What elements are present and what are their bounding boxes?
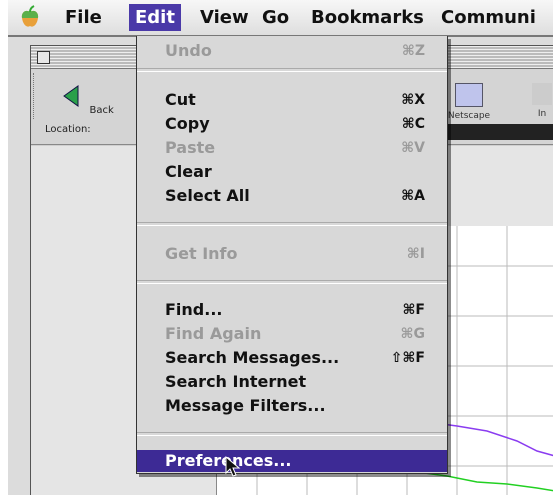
partial-label: In xyxy=(537,109,547,119)
menu-item-shortcut: ⌘I xyxy=(406,246,425,262)
toolbar-grip[interactable] xyxy=(33,73,44,119)
menu-item-shortcut: ⌘V xyxy=(401,140,425,156)
menu-item-label: Get Info xyxy=(165,244,238,263)
menu-item-label: Copy xyxy=(165,114,210,133)
menu-item-label: Find... xyxy=(165,300,223,319)
back-label: Back xyxy=(89,105,114,116)
menu-item-shortcut: ⌘C xyxy=(401,116,425,132)
menu-separator xyxy=(137,432,447,436)
menu-separator xyxy=(137,68,447,72)
mouse-pointer-icon xyxy=(225,456,241,477)
menu-item-search-internet[interactable]: Search Internet xyxy=(137,371,447,393)
menu-item-select-all[interactable]: Select All ⌘A xyxy=(137,185,447,207)
menu-item-label: Message Filters... xyxy=(165,396,326,415)
menu-file[interactable]: File xyxy=(65,4,102,31)
menu-item-label: Search Internet xyxy=(165,372,307,391)
menu-go[interactable]: Go xyxy=(262,4,289,31)
menu-item-search-messages[interactable]: Search Messages... ⇧⌘F xyxy=(137,347,447,369)
location-field[interactable]: N xyxy=(431,124,553,140)
menu-item-undo[interactable]: Undo ⌘Z xyxy=(137,40,447,62)
menu-item-label: Search Messages... xyxy=(165,348,340,367)
menu-item-shortcut: ⌘X xyxy=(401,92,425,108)
menu-separator xyxy=(137,280,447,284)
menu-item-shortcut: ⇧⌘F xyxy=(390,350,425,366)
menu-item-label: Undo xyxy=(165,41,212,60)
menu-item-label: Cut xyxy=(165,90,196,109)
menu-item-find-again[interactable]: Find Again ⌘G xyxy=(137,323,447,345)
menu-item-shortcut: ⌘A xyxy=(401,188,425,204)
edit-menu: Undo ⌘Z Cut ⌘X Copy ⌘C Paste ⌘V Clear Se… xyxy=(136,36,448,474)
menu-item-message-filters[interactable]: Message Filters... xyxy=(137,395,447,417)
back-arrow-icon xyxy=(63,85,79,107)
my-netscape-button[interactable]: Netscape xyxy=(439,83,499,121)
back-button[interactable]: Back xyxy=(57,83,117,116)
menu-item-label: Paste xyxy=(165,138,216,157)
my-netscape-icon xyxy=(455,83,483,107)
menu-edit[interactable]: Edit xyxy=(129,4,181,31)
menu-item-shortcut: ⌘Z xyxy=(401,43,425,59)
menu-separator xyxy=(137,222,447,226)
menu-item-shortcut: ⌘G xyxy=(400,326,425,342)
apple-menu-icon[interactable] xyxy=(20,5,40,29)
menu-item-paste[interactable]: Paste ⌘V xyxy=(137,137,447,159)
menu-item-label: Select All xyxy=(165,186,250,205)
location-label: Location: xyxy=(45,124,91,135)
menu-item-preferences[interactable]: Preferences... xyxy=(137,450,447,472)
close-box[interactable] xyxy=(37,51,50,64)
menu-bar: File Edit View Go Bookmarks Communi xyxy=(8,0,553,37)
menu-item-label: Clear xyxy=(165,162,212,181)
menu-communicator[interactable]: Communi xyxy=(441,4,536,31)
menu-view[interactable]: View xyxy=(200,4,249,31)
menu-item-get-info[interactable]: Get Info ⌘I xyxy=(137,243,447,265)
next-toolbar-button[interactable]: In xyxy=(531,83,553,119)
menu-item-cut[interactable]: Cut ⌘X xyxy=(137,89,447,111)
desktop: File Edit View Go Bookmarks Communi Back… xyxy=(8,0,553,495)
menu-item-shortcut: ⌘F xyxy=(402,302,425,318)
menu-item-label: Find Again xyxy=(165,324,262,343)
menu-item-copy[interactable]: Copy ⌘C xyxy=(137,113,447,135)
menu-item-find[interactable]: Find... ⌘F xyxy=(137,299,447,321)
menu-item-clear[interactable]: Clear xyxy=(137,161,447,183)
menu-bookmarks[interactable]: Bookmarks xyxy=(311,4,424,31)
toolbar-icon xyxy=(532,83,552,105)
